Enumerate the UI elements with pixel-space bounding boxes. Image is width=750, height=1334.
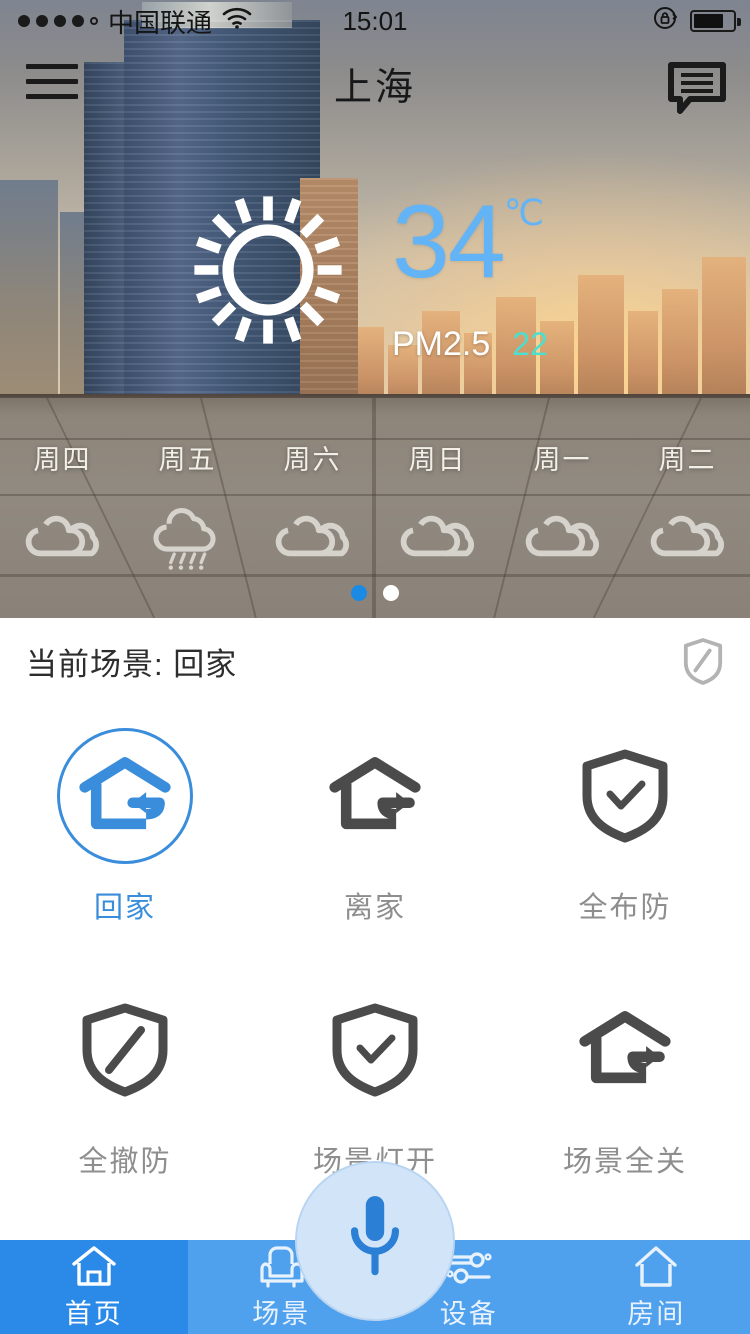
pager-dot-active[interactable] [351,585,367,601]
scene-item-leave-home[interactable]: 离家 [250,710,500,964]
scene-item-scene-all-off[interactable]: 场景全关 [500,964,750,1218]
shield-check-icon [307,982,443,1118]
status-bar-right [652,5,741,38]
app-root: 34℃ PM2.5 22 周四 周五 周六 周日 周一 周二 中国联通 15:0… [0,0,750,1334]
battery-icon [690,10,741,32]
scene-label: 离家 [343,892,406,924]
forecast-day[interactable]: 周六 [250,438,375,578]
pm25-row: PM2.5 22 [392,325,548,364]
top-navigation-bar: 上海 [0,42,750,128]
cloudy-icon [640,505,736,569]
scene-label: 全布防 [578,892,672,924]
status-bar: 中国联通 15:01 [0,0,750,42]
cloudy-icon [15,505,111,569]
pm25-value: 22 [512,326,548,362]
rotation-lock-icon [652,5,678,38]
scene-item-arm-all[interactable]: 全布防 [500,710,750,964]
shield-check-icon [557,728,693,864]
tab-label: 场景 [252,1298,311,1329]
cloudy-icon [265,505,361,569]
tab-label: 设备 [439,1298,498,1329]
cloudy-icon [515,505,611,569]
tab-room[interactable]: 房间 [563,1240,750,1334]
forecast-day[interactable]: 周二 [625,438,750,578]
forecast-day-label: 周日 [408,445,467,475]
scene-label: 场景全关 [562,1146,687,1178]
microphone-icon [344,1192,406,1291]
forecast-day-label: 周五 [158,445,217,475]
forecast-day-label: 周二 [658,445,717,475]
temperature-value: 34 [392,184,506,300]
shield-slash-icon [57,982,193,1118]
forecast-day-label: 周一 [533,445,592,475]
home-icon [70,1244,118,1288]
forecast-day[interactable]: 周四 [0,438,125,578]
status-bar-clock: 15:01 [342,5,408,36]
pager-dot[interactable] [383,585,399,601]
pm25-label: PM2.5 [392,325,491,363]
tab-home[interactable]: 首页 [0,1240,188,1334]
tab-label: 房间 [627,1298,686,1329]
cloudy-icon [390,505,486,569]
house-arrow-in-icon [57,728,193,864]
scene-item-disarm-all[interactable]: 全撤防 [0,964,250,1218]
room-house-icon [632,1244,680,1288]
forecast-day[interactable]: 周一 [500,438,625,578]
forecast-day[interactable]: 周五 [125,438,250,578]
scene-panel-header: 当前场景: 回家 [0,618,750,704]
voice-assistant-button[interactable] [295,1161,455,1321]
forecast-day-label: 周六 [283,445,342,475]
sun-icon [188,190,348,350]
temperature-unit: ℃ [503,192,545,233]
scene-grid: 回家 离家 全布防 全撤防 场景全关 [0,710,750,1218]
forecast-day-label: 周四 [33,445,92,475]
shield-slash-icon[interactable] [682,637,724,685]
scene-item-home-arrive[interactable]: 回家 [0,710,250,964]
rain-icon [140,505,236,570]
house-arrow-out-icon [557,982,693,1118]
temperature-block: 34℃ [392,190,544,294]
weather-pager[interactable] [0,585,750,601]
house-arrow-out-icon [307,728,443,864]
forecast-strip[interactable]: 周四 周五 周六 周日 周一 周二 [0,438,750,578]
page-title: 上海 [333,67,416,109]
scene-label: 回家 [93,892,156,924]
tab-label: 首页 [64,1298,123,1329]
scene-label: 全撤防 [78,1146,172,1178]
forecast-day[interactable]: 周日 [375,438,500,578]
current-scene-label: 当前场景: 回家 [26,646,238,682]
message-bubble-icon[interactable] [668,62,726,114]
scene-panel: 当前场景: 回家 回家 离家 全布防 全撤防 场景全关 [0,618,750,1240]
